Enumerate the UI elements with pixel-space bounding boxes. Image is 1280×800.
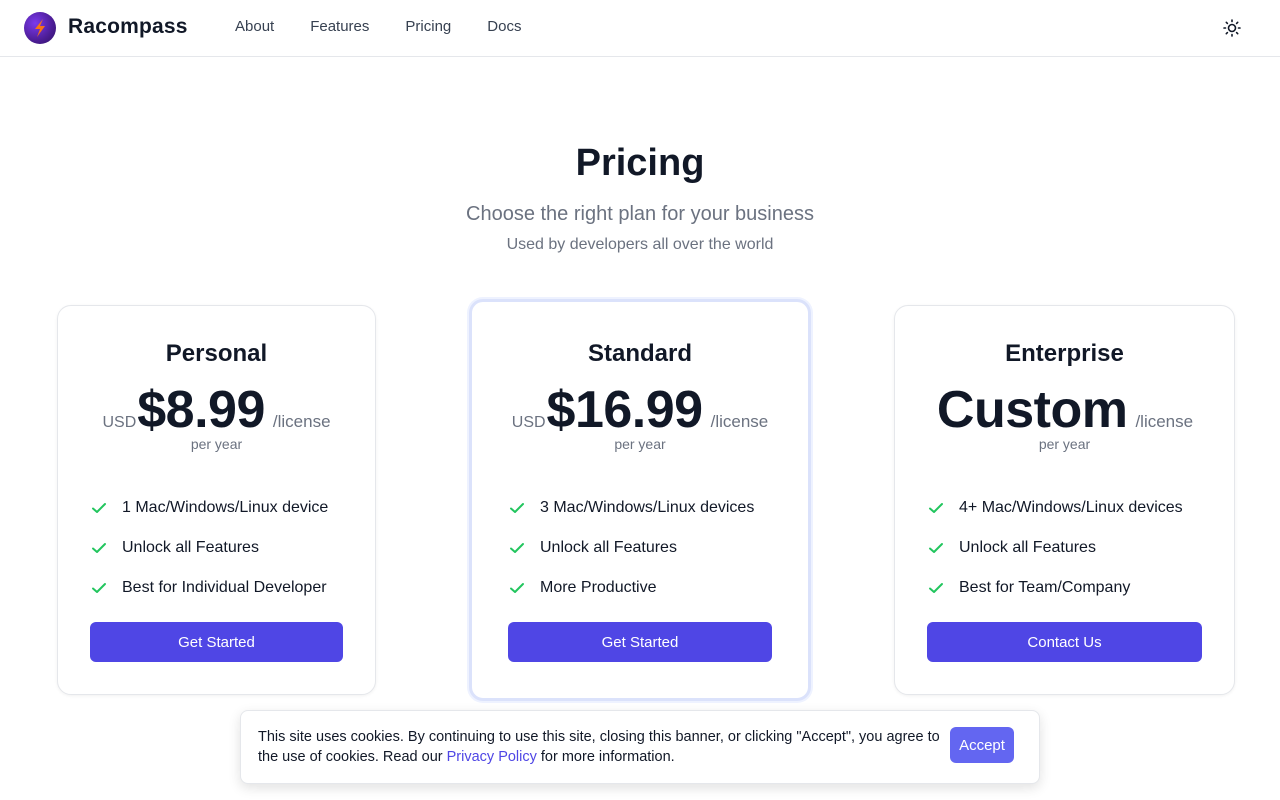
check-icon (510, 543, 524, 553)
check-icon (510, 503, 524, 513)
plan-unit: /license (272, 412, 331, 431)
check-icon (510, 583, 524, 593)
main-nav: About Features Pricing Docs (235, 18, 521, 35)
get-started-button[interactable]: Get Started (90, 622, 343, 662)
plan-card-personal: Personal USD $8.99 /license per year 1 M… (57, 305, 376, 695)
plan-period: per year (190, 436, 243, 452)
page-tagline: Used by developers all over the world (506, 236, 774, 253)
plan-feature-list: 1 Mac/Windows/Linux device Unlock all Fe… (90, 488, 328, 608)
plan-currency: USD (102, 414, 137, 431)
plan-name: Standard (587, 340, 692, 367)
plan-price-row: USD $16.99 /license (472, 380, 808, 440)
list-item: 3 Mac/Windows/Linux devices (508, 488, 754, 528)
feature-text: Best for Team/Company (959, 579, 1131, 596)
list-item: 4+ Mac/Windows/Linux devices (927, 488, 1183, 528)
nav-features[interactable]: Features (310, 18, 369, 35)
nav-docs[interactable]: Docs (487, 18, 521, 35)
nav-pricing[interactable]: Pricing (405, 18, 451, 35)
plan-unit: /license (710, 412, 769, 431)
plan-period: per year (1038, 436, 1091, 452)
cookie-text-after: for more information. (536, 749, 675, 765)
sun-icon[interactable] (1220, 16, 1244, 40)
cookie-message: This site uses cookies. By continuing to… (258, 727, 948, 767)
check-icon (929, 583, 943, 593)
cookie-banner: This site uses cookies. By continuing to… (240, 710, 1040, 784)
check-icon (92, 503, 106, 513)
feature-text: More Productive (540, 579, 657, 596)
plan-feature-list: 3 Mac/Windows/Linux devices Unlock all F… (508, 488, 754, 608)
feature-text: Unlock all Features (540, 539, 677, 556)
plan-card-standard: Standard USD $16.99 /license per year 3 … (469, 299, 811, 701)
plan-price-row: Custom /license (895, 380, 1234, 440)
get-started-button[interactable]: Get Started (508, 622, 772, 662)
privacy-policy-link[interactable]: Privacy Policy (447, 749, 537, 765)
page-title: Pricing (575, 142, 705, 184)
contact-us-button[interactable]: Contact Us (927, 622, 1202, 662)
plan-currency: USD (511, 414, 546, 431)
list-item: Unlock all Features (927, 528, 1183, 568)
list-item: Best for Individual Developer (90, 568, 328, 608)
check-icon (92, 583, 106, 593)
plan-unit: /license (1135, 412, 1194, 431)
list-item: 1 Mac/Windows/Linux device (90, 488, 328, 528)
plan-name: Personal (165, 340, 268, 367)
plan-price: $16.99 (546, 381, 704, 439)
nav-about[interactable]: About (235, 18, 274, 35)
feature-text: 1 Mac/Windows/Linux device (122, 499, 329, 516)
plan-price-row: USD $8.99 /license (58, 380, 375, 440)
list-item: More Productive (508, 568, 754, 608)
plan-price: Custom (936, 381, 1128, 439)
brand-name[interactable]: Racompass (68, 15, 188, 39)
accept-cookies-button[interactable]: Accept (950, 727, 1014, 763)
list-item: Unlock all Features (90, 528, 328, 568)
plan-period: per year (614, 436, 666, 452)
check-icon (929, 503, 943, 513)
plan-feature-list: 4+ Mac/Windows/Linux devices Unlock all … (927, 488, 1183, 608)
page-subtitle: Choose the right plan for your business (466, 203, 814, 225)
feature-text: 4+ Mac/Windows/Linux devices (959, 499, 1183, 516)
plan-card-enterprise: Enterprise Custom /license per year 4+ M… (894, 305, 1235, 695)
plan-price: $8.99 (137, 381, 265, 439)
feature-text: Best for Individual Developer (122, 579, 327, 596)
check-icon (929, 543, 943, 553)
check-icon (92, 543, 106, 553)
feature-text: Unlock all Features (122, 539, 259, 556)
logo-icon[interactable] (24, 12, 56, 44)
feature-text: Unlock all Features (959, 539, 1096, 556)
feature-text: 3 Mac/Windows/Linux devices (540, 499, 755, 516)
plan-name: Enterprise (1005, 340, 1124, 367)
list-item: Best for Team/Company (927, 568, 1183, 608)
list-item: Unlock all Features (508, 528, 754, 568)
top-header: Racompass About Features Pricing Docs (0, 0, 1280, 57)
